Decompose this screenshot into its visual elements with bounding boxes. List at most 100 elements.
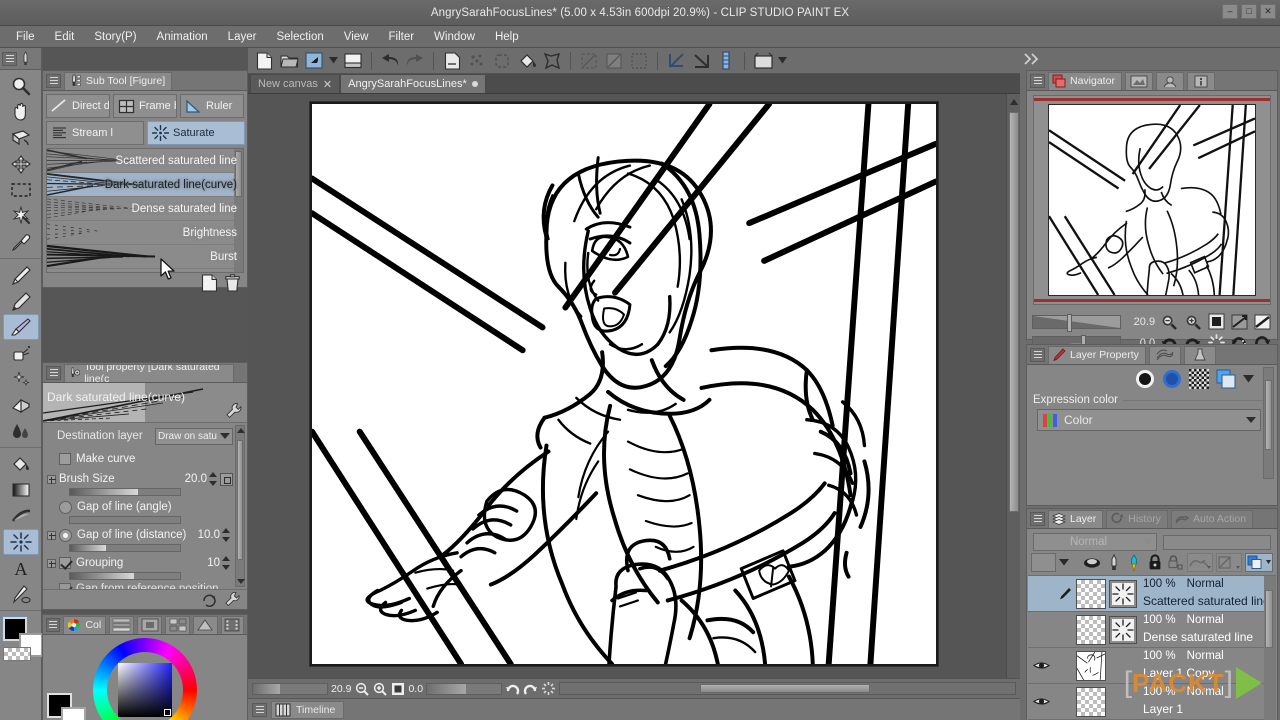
nav-zoom-in-icon[interactable]	[1183, 312, 1201, 331]
menu-layer[interactable]: Layer	[218, 29, 267, 45]
scroll-up-icon[interactable]	[237, 428, 245, 433]
navigator-preview[interactable]	[1033, 95, 1271, 305]
category-saturated-line[interactable]: Saturate	[147, 121, 245, 145]
nav-flip-vertical-icon[interactable]	[1254, 312, 1272, 331]
menu-edit[interactable]: Edit	[45, 29, 85, 45]
tab-history[interactable]: History	[1106, 509, 1168, 528]
undo-icon[interactable]	[379, 50, 401, 72]
canvas-horizontal-scrollbar[interactable]	[559, 682, 1016, 695]
fill-selection-icon[interactable]	[466, 50, 488, 72]
sub-tool-item-dark-saturated[interactable]: Dark saturated line(curve)	[47, 173, 243, 197]
clear-icon[interactable]	[441, 50, 463, 72]
open-icon[interactable]	[278, 50, 300, 72]
nav-fit-to-screen-icon[interactable]	[1207, 312, 1225, 331]
tab-information[interactable]	[1186, 71, 1215, 90]
color-panel-swatches[interactable]	[47, 693, 87, 720]
destination-layer-combo[interactable]: Draw on satura	[155, 427, 233, 445]
flip-h-icon[interactable]	[665, 50, 687, 72]
rotate-ccw-icon[interactable]	[505, 681, 520, 696]
move-layer-tool[interactable]	[3, 151, 39, 177]
visibility-toggle-3[interactable]	[1028, 660, 1054, 671]
ruler-pin-icon[interactable]	[1126, 553, 1144, 572]
menu-selection[interactable]: Selection	[266, 29, 333, 45]
effect-dropdown-caret[interactable]	[1242, 368, 1255, 390]
tool-property-menu-icon[interactable]	[46, 365, 61, 380]
brush-size-value[interactable]: 20.0	[185, 473, 207, 485]
figure-tool[interactable]	[3, 503, 39, 529]
navigator-zoom-slider[interactable]	[1032, 313, 1122, 332]
menu-filter[interactable]: Filter	[378, 29, 424, 45]
menu-file[interactable]: File	[6, 29, 45, 45]
tab-approx-color[interactable]	[193, 615, 218, 634]
sub-tool-item-burst[interactable]: Burst	[47, 245, 243, 269]
layer-color-caret[interactable]	[1059, 553, 1070, 572]
mask-show-icon[interactable]	[1216, 553, 1242, 572]
tab-color-history[interactable]	[220, 615, 244, 634]
right-dock-collapse[interactable]	[1020, 48, 1280, 70]
layer-row-scattered[interactable]: 100 % Normal Scattered saturated line	[1028, 576, 1276, 612]
tab-auto-action[interactable]: Auto Action	[1170, 509, 1254, 528]
fill-tool[interactable]	[3, 451, 39, 477]
fit-to-screen-icon[interactable]	[390, 681, 405, 696]
menu-view[interactable]: View	[334, 29, 379, 45]
tab-color-slider[interactable]	[109, 615, 135, 634]
layer-mask-thumbnail[interactable]	[1109, 579, 1137, 608]
layer-thumbnail[interactable]	[1076, 578, 1106, 609]
category-direct-draw[interactable]: Direct d	[46, 94, 110, 118]
grouping-stepper[interactable]	[222, 556, 231, 570]
border-effect-icon[interactable]	[1134, 368, 1156, 390]
minimize-button[interactable]: –	[1222, 4, 1238, 19]
ruler-snap-icon[interactable]	[715, 50, 737, 72]
zoom-value[interactable]: 20.9	[331, 683, 351, 695]
new-icon[interactable]	[253, 50, 275, 72]
mask-icon[interactable]	[1105, 553, 1123, 572]
magnifier-tool[interactable]	[3, 73, 39, 99]
color-swatches[interactable]	[1, 615, 43, 663]
flip-v-icon[interactable]	[690, 50, 712, 72]
frame-icon[interactable]	[752, 50, 774, 72]
palette-menu-icon[interactable]	[2, 51, 17, 66]
gap-angle-slider[interactable]	[69, 516, 181, 524]
tab-layer[interactable]: Layer	[1048, 509, 1104, 528]
brush-size-slider[interactable]	[69, 488, 181, 496]
rotation-value[interactable]: 0.0	[408, 683, 423, 695]
grouping-checkbox[interactable]	[59, 557, 71, 569]
gap-angle-radio[interactable]	[59, 500, 72, 514]
rotate-cw-icon[interactable]	[523, 681, 538, 696]
gap-from-reference-row[interactable]: Gap from reference position	[47, 582, 233, 589]
layer-row-layer1[interactable]: 100 % Normal Layer 1	[1028, 684, 1276, 720]
delete-icon[interactable]	[224, 274, 241, 292]
make-curve-checkbox[interactable]	[59, 453, 71, 465]
scroll-up-icon[interactable]	[1010, 99, 1018, 105]
tab-item-bank[interactable]	[1155, 71, 1184, 90]
category-ruler[interactable]: Ruler	[180, 94, 244, 118]
select-pen-icon[interactable]	[578, 50, 600, 72]
grouping-value[interactable]: 10	[207, 557, 220, 569]
category-frame-border[interactable]: Frame b	[113, 94, 177, 118]
sub-tool-item-dense-saturated[interactable]: Dense saturated line	[47, 197, 243, 221]
marquee-tool[interactable]	[3, 177, 39, 203]
layer-thumbnail-2[interactable]	[1076, 614, 1106, 645]
vertical-scroll-thumb[interactable]	[1009, 112, 1019, 512]
gap-from-reference-checkbox[interactable]	[59, 583, 71, 589]
opacity-field[interactable]	[1163, 534, 1271, 550]
layer-thumbnail-3[interactable]	[1076, 650, 1106, 681]
save-icon[interactable]	[303, 50, 325, 72]
palette-color-icon[interactable]	[1082, 553, 1102, 572]
wrench-icon[interactable]	[225, 402, 243, 420]
grouping-row[interactable]: Grouping 10	[47, 554, 233, 572]
gap-distance-value[interactable]: 10.0	[198, 529, 220, 541]
timeline-menu-icon[interactable]	[252, 702, 267, 717]
tab-navigator[interactable]: Navigator	[1048, 71, 1122, 90]
close-icon[interactable]: ✕	[323, 78, 332, 91]
color-menu-icon[interactable]	[46, 617, 61, 632]
gap-angle-row[interactable]: Gap of line (angle)	[47, 498, 233, 516]
layer-property-scrollbar[interactable]	[1263, 367, 1274, 479]
wrench-icon-footer[interactable]	[224, 591, 241, 608]
saturated-line-tool[interactable]	[2, 529, 39, 555]
save-dropdown-caret[interactable]	[328, 50, 339, 72]
navigator-menu-icon[interactable]	[1030, 73, 1045, 88]
tab-animation-cels[interactable]	[1148, 345, 1181, 364]
canvas-stage[interactable]	[248, 94, 1020, 698]
layer-color-swatch[interactable]	[1031, 553, 1057, 572]
